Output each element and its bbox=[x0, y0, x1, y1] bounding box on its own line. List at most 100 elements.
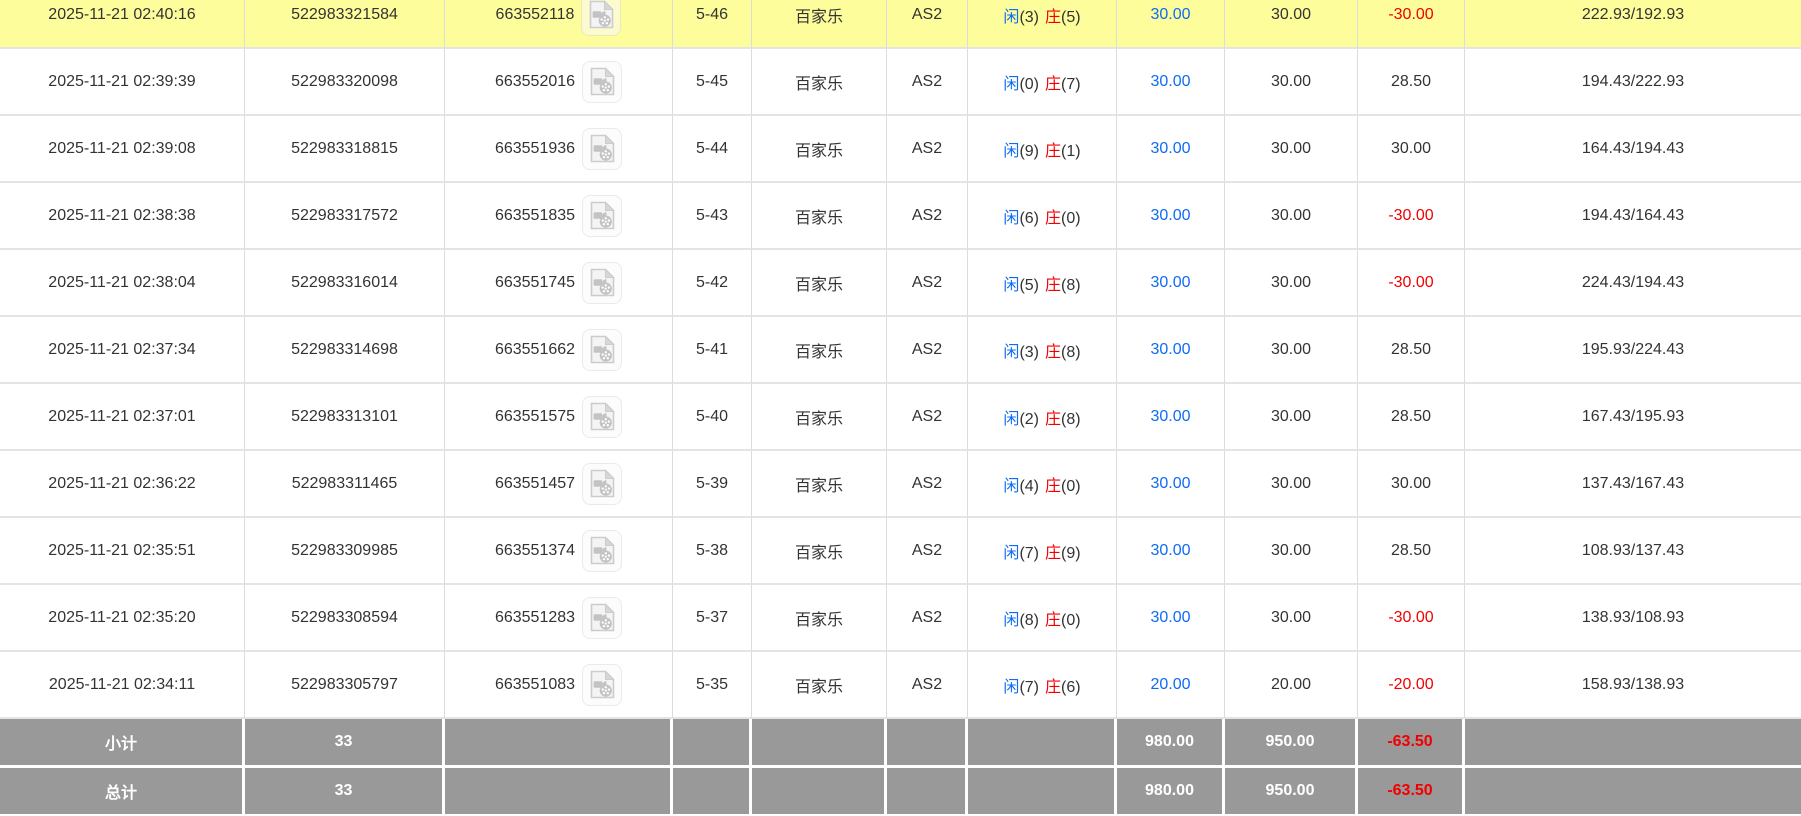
round-id-text: 663551835 bbox=[494, 206, 576, 224]
bet-record-row[interactable]: 2025-11-21 02:40:16 522983321584 6635521… bbox=[0, 0, 1801, 49]
result-banker-label: 庄 bbox=[1045, 343, 1062, 361]
video-replay-button[interactable] bbox=[582, 261, 623, 304]
total-empty-cell bbox=[887, 768, 968, 816]
result-player-points: (3) bbox=[1019, 8, 1039, 26]
cell-time: 2025-11-21 02:34:11 bbox=[0, 652, 245, 719]
subtotal-bet-total: 980.00 bbox=[1117, 719, 1225, 768]
cell-balance: 137.43/167.43 bbox=[1465, 451, 1801, 518]
result-player-points: (8) bbox=[1019, 611, 1039, 629]
cell-balance: 194.43/164.43 bbox=[1465, 183, 1801, 250]
video-replay-button[interactable] bbox=[582, 529, 623, 572]
total-empty-cell bbox=[968, 768, 1117, 816]
bet-records-viewport: 2025-11-21 02:40:16 522983321584 6635521… bbox=[0, 0, 1801, 816]
cell-balance: 167.43/195.93 bbox=[1465, 384, 1801, 451]
result-player-label: 闲 bbox=[1003, 276, 1020, 294]
subtotal-empty-cell bbox=[752, 719, 887, 768]
result-banker-points: (9) bbox=[1061, 544, 1081, 562]
cell-valid-amount: 30.00 bbox=[1225, 585, 1358, 652]
bet-record-row[interactable]: 2025-11-21 02:36:22 522983311465 6635514… bbox=[0, 451, 1801, 518]
cell-time: 2025-11-21 02:39:08 bbox=[0, 116, 245, 183]
cell-order-id: 522983321584 bbox=[245, 0, 445, 49]
round-id-text: 663551374 bbox=[494, 541, 576, 559]
bet-records-table: 2025-11-21 02:40:16 522983321584 6635521… bbox=[0, 0, 1801, 816]
cell-order-id: 522983309985 bbox=[245, 518, 445, 585]
video-replay-button[interactable] bbox=[582, 127, 623, 170]
result-banker-label: 庄 bbox=[1045, 142, 1062, 160]
result-banker-label: 庄 bbox=[1045, 678, 1062, 696]
cell-bet-amount: 30.00 bbox=[1117, 250, 1225, 317]
cell-game-type: 百家乐 bbox=[752, 451, 887, 518]
result-banker-points: (0) bbox=[1061, 611, 1081, 629]
bet-record-row[interactable]: 2025-11-21 02:39:08 522983318815 6635519… bbox=[0, 116, 1801, 183]
video-replay-button[interactable] bbox=[582, 462, 623, 505]
bet-record-row[interactable]: 2025-11-21 02:35:20 522983308594 6635512… bbox=[0, 585, 1801, 652]
bet-record-row[interactable]: 2025-11-21 02:37:34 522983314698 6635516… bbox=[0, 317, 1801, 384]
round-id-text: 663551936 bbox=[494, 139, 576, 157]
result-player-points: (4) bbox=[1019, 477, 1039, 495]
cell-valid-amount: 30.00 bbox=[1225, 317, 1358, 384]
video-file-icon bbox=[590, 603, 615, 632]
cell-valid-amount: 30.00 bbox=[1225, 518, 1358, 585]
cell-order-id: 522983305797 bbox=[245, 652, 445, 719]
cell-table-name: AS2 bbox=[887, 384, 968, 451]
bet-record-row[interactable]: 2025-11-21 02:35:51 522983309985 6635513… bbox=[0, 518, 1801, 585]
round-id-text: 663551575 bbox=[494, 407, 576, 425]
cell-win-loss: -20.00 bbox=[1358, 652, 1465, 719]
result-banker-points: (5) bbox=[1061, 8, 1081, 26]
cell-balance: 194.43/222.93 bbox=[1465, 49, 1801, 116]
video-replay-button[interactable] bbox=[582, 663, 623, 706]
video-replay-button[interactable] bbox=[582, 60, 623, 103]
cell-table-name: AS2 bbox=[887, 116, 968, 183]
cell-balance: 195.93/224.43 bbox=[1465, 317, 1801, 384]
cell-shoe-round: 5-39 bbox=[673, 451, 752, 518]
cell-shoe-round: 5-41 bbox=[673, 317, 752, 384]
cell-shoe-round: 5-38 bbox=[673, 518, 752, 585]
cell-balance: 138.93/108.93 bbox=[1465, 585, 1801, 652]
subtotal-row: 小计 33 980.00 950.00 -63.50 bbox=[0, 719, 1801, 768]
result-player-label: 闲 bbox=[1003, 75, 1020, 93]
cell-time: 2025-11-21 02:38:04 bbox=[0, 250, 245, 317]
video-replay-button[interactable] bbox=[582, 395, 623, 438]
video-replay-button[interactable] bbox=[582, 194, 623, 237]
cell-win-loss: -30.00 bbox=[1358, 250, 1465, 317]
cell-valid-amount: 30.00 bbox=[1225, 0, 1358, 49]
total-bet-total: 980.00 bbox=[1117, 768, 1225, 816]
cell-win-loss: 30.00 bbox=[1358, 116, 1465, 183]
result-banker-label: 庄 bbox=[1045, 75, 1062, 93]
cell-game-type: 百家乐 bbox=[752, 317, 887, 384]
cell-round-id: 663551575 bbox=[445, 384, 673, 451]
cell-balance: 224.43/194.43 bbox=[1465, 250, 1801, 317]
result-player-label: 闲 bbox=[1003, 343, 1020, 361]
subtotal-win-loss-total: -63.50 bbox=[1358, 719, 1465, 768]
video-file-icon bbox=[590, 469, 615, 498]
subtotal-empty-cell bbox=[673, 719, 752, 768]
video-replay-button[interactable] bbox=[581, 0, 622, 36]
video-replay-button[interactable] bbox=[582, 328, 623, 371]
cell-time: 2025-11-21 02:38:38 bbox=[0, 183, 245, 250]
bet-record-row[interactable]: 2025-11-21 02:37:01 522983313101 6635515… bbox=[0, 384, 1801, 451]
result-banker-label: 庄 bbox=[1045, 611, 1062, 629]
cell-game-type: 百家乐 bbox=[752, 116, 887, 183]
video-replay-button[interactable] bbox=[582, 596, 623, 639]
bet-record-row[interactable]: 2025-11-21 02:39:39 522983320098 6635520… bbox=[0, 49, 1801, 116]
round-id-text: 663551745 bbox=[494, 273, 576, 291]
bet-record-row[interactable]: 2025-11-21 02:38:38 522983317572 6635518… bbox=[0, 183, 1801, 250]
subtotal-empty-cell bbox=[1465, 719, 1801, 768]
cell-bet-amount: 20.00 bbox=[1117, 652, 1225, 719]
result-banker-points: (6) bbox=[1061, 678, 1081, 696]
cell-shoe-round: 5-43 bbox=[673, 183, 752, 250]
result-banker-points: (0) bbox=[1061, 209, 1081, 227]
cell-shoe-round: 5-37 bbox=[673, 585, 752, 652]
cell-order-id: 522983311465 bbox=[245, 451, 445, 518]
result-banker-points: (0) bbox=[1061, 477, 1081, 495]
records-table-body: 2025-11-21 02:40:16 522983321584 6635521… bbox=[0, 0, 1801, 719]
bet-record-row[interactable]: 2025-11-21 02:38:04 522983316014 6635517… bbox=[0, 250, 1801, 317]
cell-game-type: 百家乐 bbox=[752, 250, 887, 317]
cell-order-id: 522983320098 bbox=[245, 49, 445, 116]
cell-bet-amount: 30.00 bbox=[1117, 49, 1225, 116]
bet-record-row[interactable]: 2025-11-21 02:34:11 522983305797 6635510… bbox=[0, 652, 1801, 719]
video-file-icon bbox=[590, 134, 615, 163]
cell-order-id: 522983308594 bbox=[245, 585, 445, 652]
result-banker-label: 庄 bbox=[1045, 410, 1062, 428]
cell-win-loss: 28.50 bbox=[1358, 518, 1465, 585]
